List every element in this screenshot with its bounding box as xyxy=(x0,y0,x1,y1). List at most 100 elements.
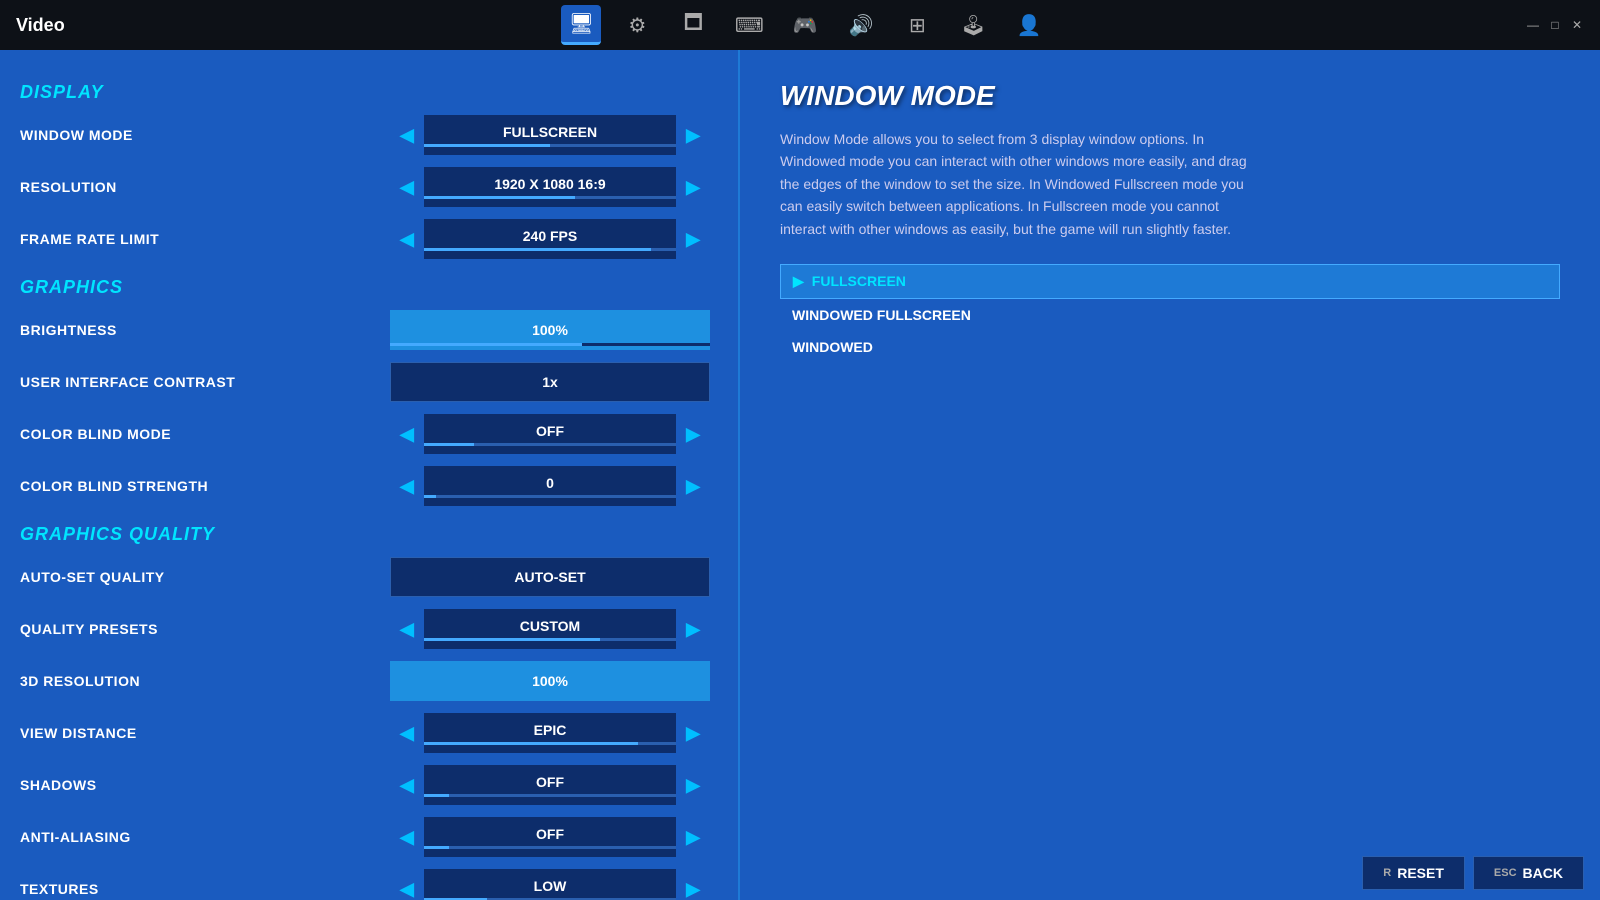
textures-next[interactable]: ▶ xyxy=(676,873,710,900)
window-mode-next[interactable]: ▶ xyxy=(676,119,710,152)
shadows-prev[interactable]: ◀ xyxy=(390,769,424,802)
quality-presets-prev[interactable]: ◀ xyxy=(390,613,424,646)
quality-presets-arrows: ◀ CUSTOM ▶ xyxy=(390,609,710,649)
nav-keyboard[interactable]: ⌨ xyxy=(729,5,769,45)
shadows-row: SHADOWS ◀ OFF ▶ xyxy=(20,763,718,807)
resolution-value: 1920 X 1080 16:9 xyxy=(424,167,676,207)
ui-contrast-row: USER INTERFACE CONTRAST 1x xyxy=(20,360,718,404)
minimize-button[interactable]: — xyxy=(1526,18,1540,32)
color-blind-mode-next[interactable]: ▶ xyxy=(676,418,710,451)
option-windowed[interactable]: WINDOWED xyxy=(780,331,1560,363)
nav-account[interactable]: 👤 xyxy=(1009,5,1049,45)
shadows-next[interactable]: ▶ xyxy=(676,769,710,802)
color-blind-mode-value: OFF xyxy=(424,414,676,454)
window-controls: — □ ✕ xyxy=(1526,18,1584,32)
color-blind-strength-arrows: ◀ 0 ▶ xyxy=(390,466,710,506)
right-panel-title: WINDOW MODE xyxy=(780,80,1560,112)
nav-controller[interactable]: 🕹 xyxy=(953,5,993,45)
3d-resolution-control: 100% xyxy=(390,661,718,701)
quality-presets-row: QUALITY PRESETS ◀ CUSTOM ▶ xyxy=(20,607,718,651)
anti-aliasing-row: ANTI-ALIASING ◀ OFF ▶ xyxy=(20,815,718,859)
right-panel: WINDOW MODE Window Mode allows you to se… xyxy=(740,50,1600,900)
quality-presets-label: QUALITY PRESETS xyxy=(20,621,390,637)
page-title: Video xyxy=(16,15,65,36)
shadows-value: OFF xyxy=(424,765,676,805)
view-distance-prev[interactable]: ◀ xyxy=(390,717,424,750)
3d-resolution-value[interactable]: 100% xyxy=(390,661,710,701)
title-bar: Video 🖥 ⚙ 🗖 ⌨ 🎮 🔊 ⊞ 🕹 👤 — □ ✕ xyxy=(0,0,1600,50)
shadows-arrows: ◀ OFF ▶ xyxy=(390,765,710,805)
color-blind-strength-next[interactable]: ▶ xyxy=(676,470,710,503)
brightness-row: BRIGHTNESS 100% xyxy=(20,308,718,352)
color-blind-mode-label: COLOR BLIND MODE xyxy=(20,426,390,442)
textures-label: TEXTURES xyxy=(20,881,390,897)
color-blind-mode-control: ◀ OFF ▶ xyxy=(390,414,718,454)
resolution-prev[interactable]: ◀ xyxy=(390,171,424,204)
brightness-value[interactable]: 100% xyxy=(390,310,710,350)
view-distance-next[interactable]: ▶ xyxy=(676,717,710,750)
option-fullscreen-label: FULLSCREEN xyxy=(812,273,906,289)
textures-prev[interactable]: ◀ xyxy=(390,873,424,900)
back-button[interactable]: ESC BACK xyxy=(1473,856,1584,890)
anti-aliasing-next[interactable]: ▶ xyxy=(676,821,710,854)
frame-rate-arrows: ◀ 240 FPS ▶ xyxy=(390,219,710,259)
right-panel-description: Window Mode allows you to select from 3 … xyxy=(780,128,1260,240)
window-mode-options: ▶ FULLSCREEN WINDOWED FULLSCREEN WINDOWE… xyxy=(780,264,1560,363)
view-distance-control: ◀ EPIC ▶ xyxy=(390,713,718,753)
ui-contrast-value: 1x xyxy=(390,362,710,402)
textures-value: LOW xyxy=(424,869,676,900)
option-windowed-label: WINDOWED xyxy=(792,339,873,355)
resolution-control: ◀ 1920 X 1080 16:9 ▶ xyxy=(390,167,718,207)
window-mode-arrows: ◀ FULLSCREEN ▶ xyxy=(390,115,710,155)
window-mode-value: FULLSCREEN xyxy=(424,115,676,155)
option-windowed-fullscreen-label: WINDOWED FULLSCREEN xyxy=(792,307,971,323)
resolution-next[interactable]: ▶ xyxy=(676,171,710,204)
nav-display[interactable]: 🗖 xyxy=(673,5,713,45)
close-button[interactable]: ✕ xyxy=(1570,18,1584,32)
brightness-label: BRIGHTNESS xyxy=(20,322,390,338)
frame-rate-next[interactable]: ▶ xyxy=(676,223,710,256)
frame-rate-prev[interactable]: ◀ xyxy=(390,223,424,256)
color-blind-mode-arrows: ◀ OFF ▶ xyxy=(390,414,710,454)
textures-arrows: ◀ LOW ▶ xyxy=(390,869,710,900)
graphics-quality-section-header: GRAPHICS QUALITY xyxy=(20,524,718,545)
anti-aliasing-control: ◀ OFF ▶ xyxy=(390,817,718,857)
quality-presets-control: ◀ CUSTOM ▶ xyxy=(390,609,718,649)
window-mode-prev[interactable]: ◀ xyxy=(390,119,424,152)
option-fullscreen[interactable]: ▶ FULLSCREEN xyxy=(780,264,1560,299)
color-blind-mode-prev[interactable]: ◀ xyxy=(390,418,424,451)
color-blind-strength-value: 0 xyxy=(424,466,676,506)
reset-label: RESET xyxy=(1397,865,1444,881)
color-blind-strength-row: COLOR BLIND STRENGTH ◀ 0 ▶ xyxy=(20,464,718,508)
back-label: BACK xyxy=(1523,865,1563,881)
nav-audio[interactable]: 🔊 xyxy=(841,5,881,45)
maximize-button[interactable]: □ xyxy=(1548,18,1562,32)
reset-button[interactable]: R RESET xyxy=(1362,856,1465,890)
quality-presets-value: CUSTOM xyxy=(424,609,676,649)
anti-aliasing-value: OFF xyxy=(424,817,676,857)
window-mode-label: WINDOW MODE xyxy=(20,127,390,143)
frame-rate-value: 240 FPS xyxy=(424,219,676,259)
frame-rate-label: FRAME RATE LIMIT xyxy=(20,231,390,247)
color-blind-mode-row: COLOR BLIND MODE ◀ OFF ▶ xyxy=(20,412,718,456)
resolution-arrows: ◀ 1920 X 1080 16:9 ▶ xyxy=(390,167,710,207)
quality-presets-next[interactable]: ▶ xyxy=(676,613,710,646)
anti-aliasing-arrows: ◀ OFF ▶ xyxy=(390,817,710,857)
option-fullscreen-arrow: ▶ xyxy=(793,273,804,290)
nav-network[interactable]: ⊞ xyxy=(897,5,937,45)
color-blind-strength-control: ◀ 0 ▶ xyxy=(390,466,718,506)
auto-set-quality-label: AUTO-SET QUALITY xyxy=(20,569,390,585)
shadows-label: SHADOWS xyxy=(20,777,390,793)
anti-aliasing-prev[interactable]: ◀ xyxy=(390,821,424,854)
bottom-bar: R RESET ESC BACK xyxy=(1346,846,1600,900)
nav-gear[interactable]: ⚙ xyxy=(617,5,657,45)
auto-set-quality-value: AUTO-SET xyxy=(390,557,710,597)
color-blind-strength-prev[interactable]: ◀ xyxy=(390,470,424,503)
textures-row: TEXTURES ◀ LOW ▶ xyxy=(20,867,718,900)
nav-monitor[interactable]: 🖥 xyxy=(561,5,601,45)
window-mode-row: WINDOW MODE ◀ FULLSCREEN ▶ xyxy=(20,113,718,157)
textures-control: ◀ LOW ▶ xyxy=(390,869,718,900)
option-windowed-fullscreen[interactable]: WINDOWED FULLSCREEN xyxy=(780,299,1560,331)
3d-resolution-label: 3D RESOLUTION xyxy=(20,673,390,689)
nav-gamepad[interactable]: 🎮 xyxy=(785,5,825,45)
